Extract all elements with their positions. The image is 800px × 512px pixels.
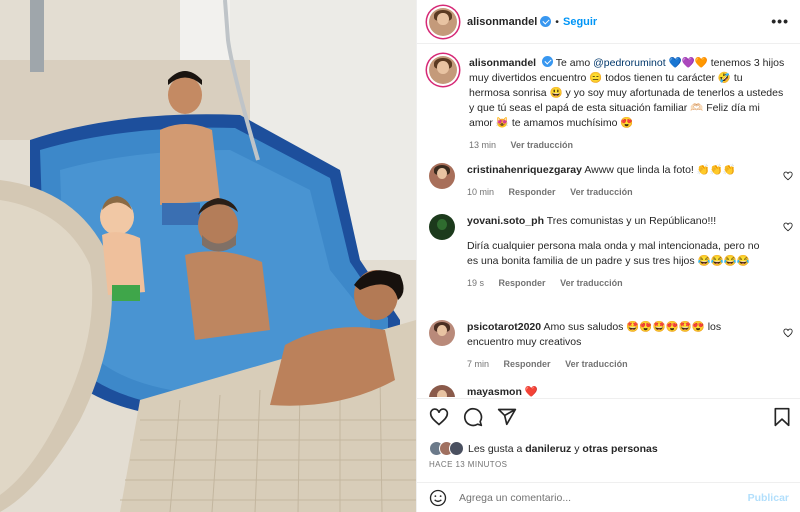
verified-icon [542, 56, 554, 67]
comment-text-continued: Diría cualquier persona mala onda y mal … [467, 240, 760, 267]
comment-like-heart-icon[interactable] [783, 171, 793, 181]
verified-icon [540, 16, 552, 27]
post-actions: Les gusta a danileruz y otras personas H… [417, 398, 800, 512]
reply-button[interactable]: Responder [509, 187, 556, 197]
comment-input[interactable] [459, 492, 748, 504]
translate-button[interactable]: Ver traducción [560, 278, 623, 288]
likes-summary[interactable]: Les gusta a danileruz y otras personas [429, 441, 658, 456]
liker-avatar [449, 441, 464, 456]
author-avatar[interactable] [429, 7, 457, 36]
more-icon[interactable]: ••• [771, 13, 789, 29]
commenter-avatar[interactable] [429, 163, 455, 189]
caption-time[interactable]: 13 min [469, 140, 496, 150]
heart-icon[interactable] [429, 407, 449, 427]
translate-button[interactable]: Ver traducción [570, 187, 633, 197]
comment-like-heart-icon[interactable] [783, 328, 793, 338]
commenter-username[interactable]: mayasmon [467, 386, 522, 397]
emoji-icon[interactable] [429, 489, 447, 507]
commenter-username[interactable]: cristinahenriquezgaray [467, 164, 582, 176]
commenter-avatar[interactable] [429, 214, 455, 240]
caption-translate[interactable]: Ver traducción [511, 140, 574, 150]
commenter-username[interactable]: yovani.soto_ph [467, 215, 544, 227]
comment-item: psicotarot2020 Amo sus saludos 🤩😍🤩😍🤩😍 lo… [429, 320, 793, 372]
likes-connector: y [571, 442, 583, 455]
likes-prefix: Les gusta a [468, 442, 526, 455]
follow-button[interactable]: Seguir [563, 16, 597, 28]
post-photo[interactable] [0, 0, 416, 512]
comment-time[interactable]: 10 min [467, 187, 494, 197]
comment-time[interactable]: 7 min [467, 359, 489, 369]
comment-icon[interactable] [463, 407, 483, 427]
caption: alisonmandel Te amo @pedroruminot 💙💜🧡 te… [429, 56, 793, 153]
comment-time[interactable]: 19 s [467, 278, 484, 288]
post-side-panel: alisonmandel • Seguir ••• alisonmandel T… [416, 0, 800, 512]
liker-username[interactable]: danileruz [525, 443, 571, 455]
comment-like-heart-icon[interactable] [783, 222, 793, 232]
comments-list[interactable]: alisonmandel Te amo @pedroruminot 💙💜🧡 te… [417, 45, 800, 397]
commenter-avatar[interactable] [429, 385, 455, 397]
caption-avatar[interactable] [429, 56, 457, 84]
comment-text: Awww que linda la foto! 👏👏👏 [584, 164, 736, 176]
comment-item: mayasmon ❤️ [429, 385, 793, 397]
comment-item: cristinahenriquezgaray Awww que linda la… [429, 163, 793, 200]
likes-others[interactable]: otras personas [582, 443, 657, 455]
add-comment-bar: Publicar [417, 482, 800, 512]
reply-button[interactable]: Responder [499, 278, 546, 288]
commenter-username[interactable]: psicotarot2020 [467, 321, 541, 333]
post-timestamp[interactable]: HACE 13 MINUTOS [429, 460, 507, 469]
separator-dot: • [555, 15, 559, 28]
share-icon[interactable] [497, 407, 517, 427]
comment-text: ❤️ [524, 386, 538, 397]
commenter-avatar[interactable] [429, 320, 455, 346]
comment-item: yovani.soto_ph Tres comunistas y un Repú… [429, 214, 793, 291]
publish-button[interactable]: Publicar [748, 492, 789, 504]
reply-button[interactable]: Responder [504, 359, 551, 369]
translate-button[interactable]: Ver traducción [565, 359, 628, 369]
post-header: alisonmandel • Seguir ••• [417, 0, 800, 44]
comment-text: Tres comunistas y un Repúblicano!!! [546, 215, 717, 227]
bookmark-icon[interactable] [773, 407, 791, 427]
caption-text-before: Te amo [555, 57, 594, 69]
author-username[interactable]: alisonmandel [467, 16, 537, 28]
caption-username[interactable]: alisonmandel [469, 57, 536, 69]
caption-mention[interactable]: @pedroruminot [593, 57, 666, 69]
